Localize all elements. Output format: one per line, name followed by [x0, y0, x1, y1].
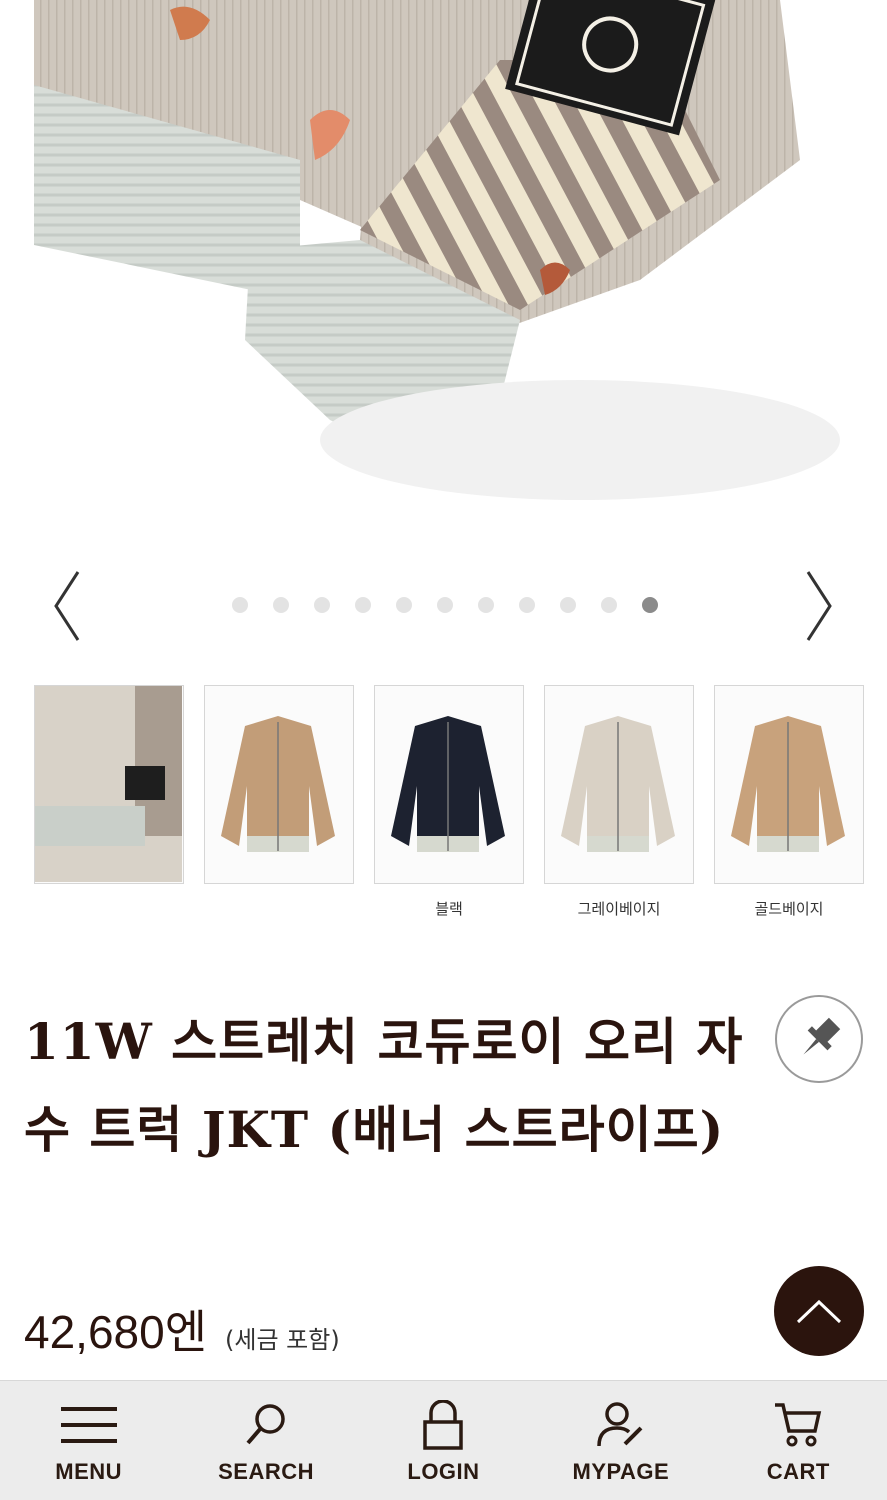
carousel-dot[interactable]	[273, 597, 289, 613]
thumbnail-item[interactable]	[34, 685, 184, 918]
nav-cart-button[interactable]: CART	[718, 1381, 878, 1500]
tax-note: (세금 포함)	[225, 1326, 340, 1354]
search-icon	[246, 1404, 285, 1445]
nav-menu-button[interactable]: MENU	[9, 1381, 169, 1500]
thumbnail-color-label: 골드베이지	[754, 900, 824, 918]
product-main-image[interactable]	[0, 0, 887, 545]
carousel-dot[interactable]	[314, 597, 330, 613]
jacket-thumbnail-graphic	[391, 716, 505, 852]
scroll-top-button[interactable]	[774, 1266, 864, 1356]
carousel-dot[interactable]	[355, 597, 371, 613]
nav-search-button[interactable]: SEARCH	[186, 1381, 346, 1500]
carousel-pagination	[232, 597, 658, 615]
jacket-thumbnail-graphic	[35, 686, 182, 882]
carousel-dot[interactable]	[560, 597, 576, 613]
nav-mypage-label: MYPAGE	[572, 1459, 670, 1484]
carousel-dot[interactable]	[642, 597, 658, 613]
chevron-right-icon	[806, 571, 832, 641]
menu-icon	[60, 1407, 117, 1443]
thumbnail-item[interactable]	[204, 685, 354, 918]
thumbnail-image	[204, 685, 354, 884]
carousel-dot[interactable]	[478, 597, 494, 613]
nav-cart-label: CART	[766, 1459, 830, 1484]
carousel-dot[interactable]	[232, 597, 248, 613]
nav-search-label: SEARCH	[218, 1459, 315, 1484]
nav-menu-label: MENU	[55, 1459, 123, 1484]
thumbnail-image	[714, 685, 864, 884]
carousel-dot[interactable]	[601, 597, 617, 613]
thumbnail-color-label: 블랙	[435, 900, 463, 918]
thumbnail-strip: 블랙 그레이베이지 골드베이지	[34, 685, 864, 918]
carousel-dot[interactable]	[519, 597, 535, 613]
thumbnail-item[interactable]: 그레이베이지	[544, 685, 694, 918]
chevron-left-icon	[54, 571, 80, 641]
cart-icon	[775, 1403, 822, 1447]
product-title: 11W 스트레치 코듀로이 오리 자수 트럭 JKT (배너 스트라이프)	[24, 1012, 744, 1159]
bottom-navigation: MENU SEARCH LOGIN MYPAGE CART	[0, 1380, 887, 1500]
pushpin-icon	[803, 1017, 841, 1055]
thumbnail-image	[34, 685, 184, 884]
jacket-detail-illustration	[34, 0, 840, 500]
carousel-dot[interactable]	[396, 597, 412, 613]
lock-icon	[423, 1400, 464, 1450]
thumbnail-item[interactable]: 블랙	[374, 685, 524, 918]
carousel-dot[interactable]	[437, 597, 453, 613]
favorite-button[interactable]	[775, 995, 863, 1083]
chevron-up-icon	[796, 1299, 842, 1324]
thumbnail-item[interactable]: 골드베이지	[714, 685, 864, 918]
carousel-prev-button[interactable]	[48, 566, 88, 646]
jacket-thumbnail-graphic	[731, 716, 845, 852]
jacket-thumbnail-graphic	[561, 716, 675, 852]
nav-login-button[interactable]: LOGIN	[363, 1381, 523, 1500]
thumbnail-color-label: 그레이베이지	[577, 900, 661, 918]
price-row: 42,680엔 (세금 포함)	[24, 1296, 340, 1362]
nav-login-label: LOGIN	[407, 1459, 480, 1484]
product-price: 42,680엔	[24, 1306, 208, 1358]
nav-mypage-button[interactable]: MYPAGE	[541, 1381, 701, 1500]
thumbnail-image	[374, 685, 524, 884]
carousel-next-button[interactable]	[798, 566, 838, 646]
user-edit-icon	[597, 1402, 643, 1447]
thumbnail-image	[544, 685, 694, 884]
jacket-thumbnail-graphic	[221, 716, 335, 852]
